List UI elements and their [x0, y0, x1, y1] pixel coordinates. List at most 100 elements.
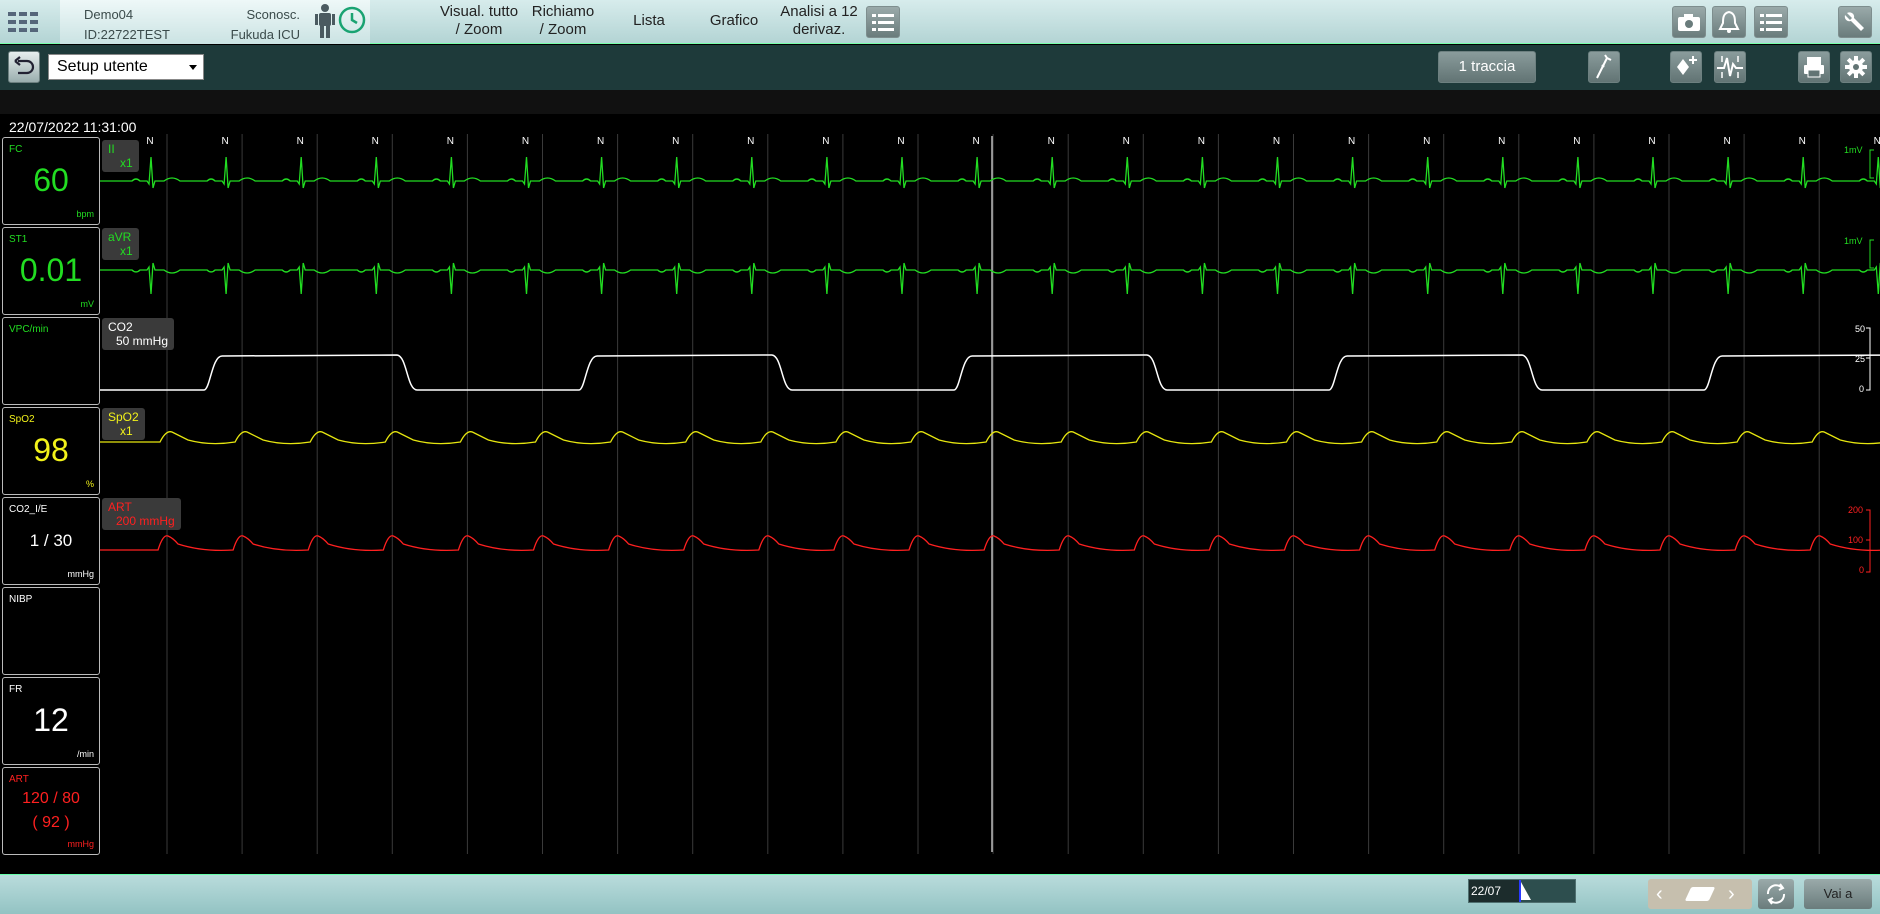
- scale-co2-top: 50: [1855, 324, 1866, 334]
- wave-label-spo2[interactable]: SpO2 x1: [102, 408, 145, 440]
- param-mean-value: ( 92 ): [32, 814, 70, 831]
- beat-marker-label: N: [447, 136, 454, 147]
- param-value: 1 / 30: [29, 531, 73, 550]
- scale-co2-mid: 25: [1855, 354, 1866, 364]
- beat-marker-label: N: [1273, 136, 1280, 147]
- back-button[interactable]: [8, 51, 40, 83]
- wave-label-art-name: ART: [108, 500, 132, 514]
- setup-dropdown[interactable]: Setup utente: [48, 54, 204, 80]
- beat-marker-label: N: [597, 136, 604, 147]
- scale-co2-low: 0: [1859, 384, 1865, 394]
- top-bar: Demo04 ID:22722TEST Sconosc. Fukuda ICU …: [0, 0, 1880, 44]
- diamond-plus-icon: [1677, 56, 1697, 75]
- goto-button[interactable]: Vai a: [1804, 879, 1872, 909]
- param-label: ST1: [9, 234, 28, 245]
- ecg-ii-waveform: [100, 156, 1880, 189]
- refresh-button[interactable]: [1758, 879, 1794, 909]
- wave-label-ii-lead: II: [108, 142, 115, 156]
- settings-list-button[interactable]: [1754, 6, 1788, 38]
- param-unit: mmHg: [67, 839, 95, 849]
- camera-button[interactable]: [1672, 6, 1706, 38]
- wave-label-avr[interactable]: aVR x1: [102, 228, 139, 260]
- waveform-area[interactable]: NNNNNNNNNNNNNNNNNNNNNNNN: [100, 132, 1880, 856]
- prev-arrow-icon[interactable]: ‹: [1656, 884, 1663, 904]
- list-menu-button[interactable]: [866, 6, 900, 38]
- nav-list[interactable]: Lista: [616, 12, 682, 30]
- param-box-vpc-min[interactable]: VPC/min: [2, 317, 100, 405]
- param-label: FR: [9, 684, 23, 695]
- refresh-icon: [1766, 883, 1786, 905]
- wave-label-avr-lead: aVR: [108, 230, 132, 244]
- beat-marker-label: N: [1198, 136, 1205, 147]
- wave-label-co2[interactable]: CO2 50 mmHg: [102, 318, 175, 350]
- wave-label-art-range: 200 mmHg: [116, 514, 175, 528]
- art-waveform: [100, 535, 1880, 552]
- beat-marker-label: N: [672, 136, 679, 147]
- print-button[interactable]: [1798, 51, 1830, 83]
- wave-analysis-button[interactable]: [1714, 51, 1746, 83]
- param-unit: bpm: [76, 209, 94, 219]
- waveform-icon: [1717, 56, 1743, 78]
- spo2-waveform: [100, 431, 1880, 445]
- ecg-avr-waveform: [100, 262, 1880, 295]
- wave-label-avr-gain: x1: [120, 244, 133, 258]
- param-box-spo2[interactable]: SpO2 98%: [2, 407, 100, 495]
- chevron-down-icon: [189, 65, 197, 70]
- param-value: 120 / 80: [22, 790, 80, 807]
- param-value: 98: [33, 432, 69, 468]
- param-label: NIBP: [9, 594, 33, 605]
- wave-label-ii[interactable]: II x1: [102, 140, 139, 172]
- scale-art-top: 200: [1848, 505, 1864, 515]
- scale-avr: 1mV: [1844, 236, 1863, 246]
- beat-marker-label: N: [1498, 136, 1505, 147]
- param-box-fc[interactable]: FC 60 bpm: [2, 137, 100, 225]
- next-arrow-icon[interactable]: ›: [1728, 884, 1735, 904]
- param-box-nibp[interactable]: NIBP: [2, 587, 100, 675]
- camera-icon: [1678, 14, 1700, 31]
- scale-bracket-co2: [1866, 327, 1871, 391]
- nav-12lead[interactable]: Analisi a 12 derivaz.: [772, 3, 866, 39]
- wave-label-co2-name: CO2: [108, 320, 133, 334]
- beat-marker-label: N: [747, 136, 754, 147]
- nav-chart[interactable]: Grafico: [700, 12, 768, 30]
- timeline-bar[interactable]: 22/07: [1468, 879, 1576, 903]
- bell-icon: [1718, 10, 1740, 33]
- patient-info[interactable]: Demo04 ID:22722TEST Sconosc. Fukuda ICU: [60, 0, 370, 44]
- wave-label-ii-gain: x1: [120, 156, 133, 170]
- param-label: CO2_I/E: [9, 504, 48, 515]
- gear-button[interactable]: [1840, 51, 1872, 83]
- beat-marker-label: N: [1348, 136, 1355, 147]
- wrench-button[interactable]: [1838, 6, 1872, 38]
- eraser-icon[interactable]: [1684, 887, 1716, 901]
- scale-bracket-art: [1866, 509, 1871, 573]
- timeline-date: 22/07: [1469, 880, 1519, 902]
- nav-recall[interactable]: Richiamo / Zoom: [522, 3, 604, 39]
- beat-marker-label: N: [1799, 136, 1806, 147]
- scale-art-mid: 100: [1848, 535, 1864, 545]
- trace-button[interactable]: 1 traccia: [1438, 51, 1536, 83]
- bottom-bar: 22/07 ‹ › Vai a: [0, 874, 1880, 914]
- add-marker-button[interactable]: [1670, 51, 1702, 83]
- history-icon[interactable]: [336, 4, 368, 39]
- co2-waveform: [100, 354, 1880, 391]
- beat-marker-label: N: [146, 136, 153, 147]
- nav-list-label: Lista: [633, 12, 665, 29]
- menu-grid-icon[interactable]: [6, 8, 42, 36]
- param-box-co2-i-e[interactable]: CO2_I/E 1 / 30 mmHg: [2, 497, 100, 585]
- nav-view-all-line2: / Zoom: [455, 21, 503, 38]
- param-box-fr[interactable]: FR 12/min: [2, 677, 100, 765]
- caliper-button[interactable]: [1588, 51, 1620, 83]
- param-box-st1[interactable]: ST1 0.01 mV: [2, 227, 100, 315]
- param-value: 0.01: [19, 252, 83, 288]
- alarm-button[interactable]: [1712, 6, 1746, 38]
- nav-view-all[interactable]: Visual. tutto / Zoom: [436, 3, 522, 39]
- list-icon: [872, 14, 894, 31]
- param-box-art[interactable]: ART 120 / 80 ( 92 ) mmHg: [2, 767, 100, 855]
- wrench-icon: [1844, 12, 1864, 31]
- patient-unit: Fukuda ICU: [230, 27, 300, 42]
- nav-12lead-line1: Analisi a 12: [780, 3, 858, 20]
- beat-marker-label: N: [372, 136, 379, 147]
- person-icon: [314, 3, 336, 42]
- wave-label-art[interactable]: ART 200 mmHg: [102, 498, 181, 530]
- timeline-thumb[interactable]: [1521, 882, 1531, 900]
